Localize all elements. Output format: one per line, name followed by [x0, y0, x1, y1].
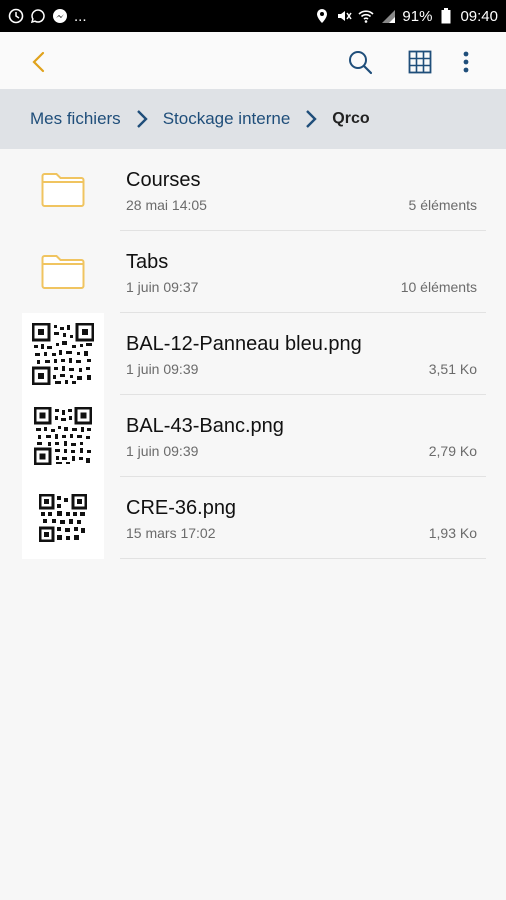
battery-icon [438, 8, 454, 24]
breadcrumb: Mes fichiers Stockage interne Qrco [0, 89, 506, 149]
clock-icon [8, 8, 24, 24]
file-item-count: 5 éléments [408, 197, 477, 213]
chevron-right-icon [129, 106, 155, 132]
breadcrumb-item-current: Qrco [332, 110, 370, 127]
back-button[interactable] [22, 46, 54, 78]
messenger-icon [52, 8, 68, 24]
file-date: 15 mars 17:02 [126, 525, 216, 541]
qr-code-thumbnail [22, 477, 104, 559]
qr-code-thumbnail [22, 395, 104, 477]
location-icon [314, 8, 330, 24]
qr-code-thumbnail [22, 313, 104, 395]
file-size: 2,79 Ko [428, 443, 477, 459]
file-date: 1 juin 09:39 [126, 361, 199, 377]
app-bar [0, 32, 506, 89]
file-size: 1,93 Ko [428, 525, 477, 541]
mute-icon [336, 8, 353, 24]
breadcrumb-item-stockage-interne[interactable]: Stockage interne [163, 109, 291, 129]
battery-percent: 91% [402, 7, 433, 25]
file-date: 28 mai 14:05 [126, 197, 207, 213]
file-name: BAL-43-Banc.png [126, 415, 284, 437]
list-item[interactable]: Courses 28 mai 14:05 5 éléments [0, 149, 506, 231]
file-name: BAL-12-Panneau bleu.png [126, 333, 362, 355]
messenger-icon [30, 8, 46, 24]
file-item-count: 10 éléments [400, 279, 477, 295]
chevron-right-icon [298, 106, 324, 132]
file-date: 1 juin 09:37 [126, 279, 199, 295]
file-name: Tabs [126, 251, 169, 273]
list-item[interactable]: Tabs 1 juin 09:37 10 éléments [0, 231, 506, 313]
folder-icon [22, 149, 104, 231]
wifi-icon [358, 8, 374, 24]
back-icon [32, 51, 45, 73]
more-vert-icon [463, 51, 469, 73]
file-size: 3,51 Ko [428, 361, 477, 377]
notification-dots: ... [74, 7, 87, 25]
breadcrumb-item-mes-fichiers[interactable]: Mes fichiers [30, 109, 121, 129]
list-item[interactable]: CRE-36.png 15 mars 17:02 1,93 Ko [0, 477, 506, 559]
status-bar: ... 91% 09:40 [0, 0, 506, 32]
file-date: 1 juin 09:39 [126, 443, 199, 459]
file-name: CRE-36.png [126, 497, 237, 519]
search-button[interactable] [342, 44, 378, 80]
search-icon [349, 51, 373, 75]
grid-view-icon [408, 50, 432, 74]
file-list: Courses 28 mai 14:05 5 éléments Tabs 1 j… [0, 149, 506, 559]
divider [120, 558, 486, 559]
grid-view-button[interactable] [402, 44, 438, 80]
file-name: Courses [126, 169, 201, 191]
clock-time: 09:40 [460, 7, 498, 25]
signal-icon [380, 8, 396, 24]
list-item[interactable]: BAL-12-Panneau bleu.png 1 juin 09:39 3,5… [0, 313, 506, 395]
list-item[interactable]: BAL-43-Banc.png 1 juin 09:39 2,79 Ko [0, 395, 506, 477]
more-options-button[interactable] [448, 44, 484, 80]
folder-icon [22, 231, 104, 313]
